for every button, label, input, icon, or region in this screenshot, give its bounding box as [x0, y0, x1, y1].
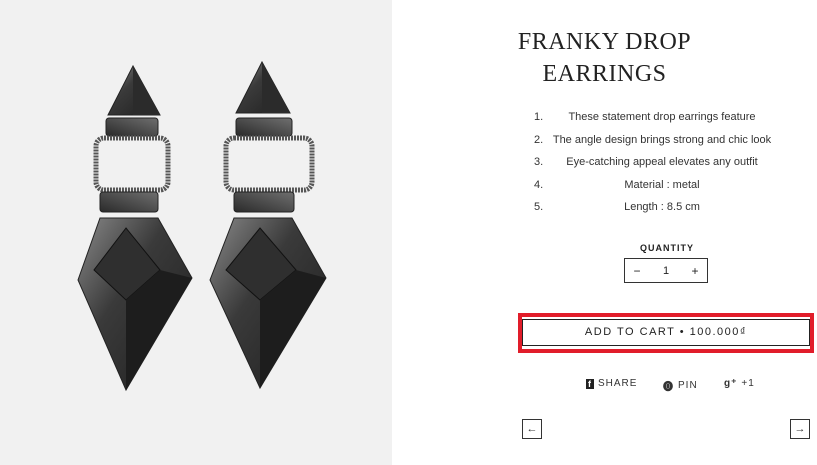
product-title: FRANKY DROP EARRINGS	[392, 26, 817, 90]
product-title-line2: EARRINGS	[542, 61, 667, 87]
facebook-icon: f	[586, 378, 594, 389]
google-plus-icon: g⁺	[724, 378, 738, 389]
product-details: FRANKY DROP EARRINGS 1. These statement …	[392, 0, 817, 465]
quantity-value[interactable]: 1	[649, 265, 683, 277]
arrow-left-icon: ←	[526, 423, 538, 435]
product-image	[0, 0, 392, 465]
quantity-label: QUANTITY	[640, 243, 694, 253]
add-to-cart-button[interactable]: ADD TO CART • 100.000₫	[522, 319, 810, 346]
pinterest-icon: ⓿	[663, 382, 674, 393]
feature-item: 4. Material : metal	[512, 174, 812, 197]
previous-product-button[interactable]: ←	[522, 419, 542, 439]
next-product-button[interactable]: →	[790, 419, 810, 439]
feature-text: Length : 8.5 cm	[624, 201, 700, 213]
feature-list: 1. These statement drop earrings feature…	[512, 106, 812, 219]
pin-button[interactable]: ⓿ PIN	[663, 378, 698, 393]
left-earring	[77, 64, 193, 392]
feature-item: 1. These statement drop earrings feature	[512, 106, 812, 129]
share-button[interactable]: f SHARE	[586, 378, 637, 389]
feature-item: 5. Length : 8.5 cm	[512, 196, 812, 219]
quantity-decrease-button[interactable]: −	[625, 264, 649, 278]
feature-text: Material : metal	[624, 178, 700, 191]
google-plus-label: +1	[741, 378, 755, 389]
google-plus-button[interactable]: g⁺ +1	[724, 378, 755, 389]
quantity-increase-button[interactable]: +	[683, 264, 707, 278]
quantity-stepper: − 1 +	[624, 258, 708, 283]
pin-label: PIN	[678, 380, 698, 391]
feature-text: Eye-catching appeal elevates any outfit	[566, 156, 758, 168]
feature-text: The angle design brings strong and chic …	[552, 133, 772, 146]
product-title-line1: FRANKY DROP	[517, 29, 692, 55]
arrow-right-icon: →	[794, 423, 806, 435]
feature-item: 2. The angle design brings strong and ch…	[512, 129, 812, 152]
share-label: SHARE	[598, 378, 638, 389]
feature-item: 3. Eye-catching appeal elevates any outf…	[512, 151, 812, 174]
right-earring	[209, 60, 327, 390]
earrings-illustration	[77, 60, 327, 392]
feature-text: These statement drop earrings feature	[568, 111, 756, 123]
